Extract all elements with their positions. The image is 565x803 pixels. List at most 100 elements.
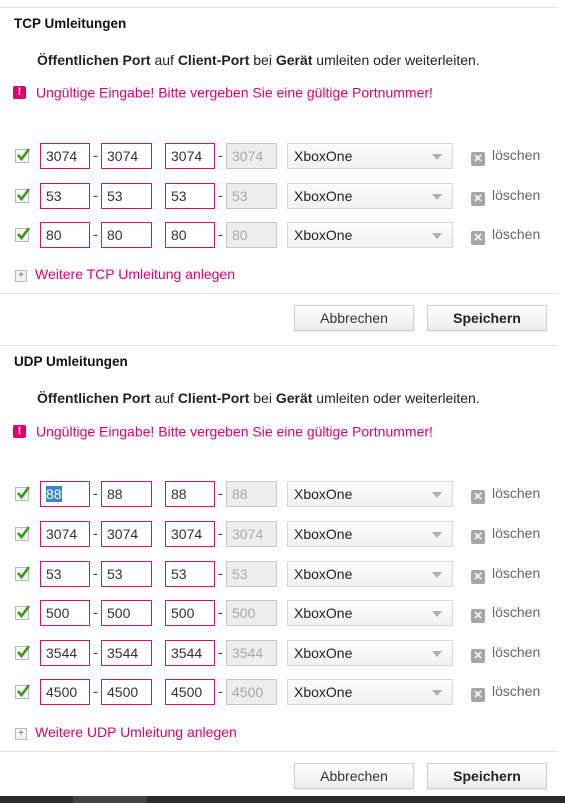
enable-checkbox[interactable] bbox=[15, 684, 30, 699]
close-icon: ✕ bbox=[471, 649, 485, 663]
enable-checkbox[interactable] bbox=[15, 486, 30, 501]
tcp-forward-row: 80-80 80-80 XboxOne ✕ löschen bbox=[0, 222, 565, 252]
range-dash: - bbox=[93, 565, 98, 581]
range-dash: - bbox=[93, 226, 98, 242]
public-port-end-input[interactable]: 500 bbox=[101, 600, 152, 626]
chevron-down-icon bbox=[432, 194, 442, 200]
delete-button[interactable]: ✕ löschen bbox=[471, 525, 540, 544]
udp-add-link[interactable]: + Weitere UDP Umleitung anlegen bbox=[15, 724, 237, 740]
udp-section-title: UDP Umleitungen bbox=[14, 354, 128, 369]
public-port-end-input[interactable]: 4500 bbox=[101, 679, 152, 705]
device-select[interactable]: XboxOne bbox=[287, 600, 453, 626]
chevron-down-icon bbox=[432, 572, 442, 578]
delete-button[interactable]: ✕ löschen bbox=[471, 187, 540, 206]
public-port-start-input[interactable]: 3074 bbox=[40, 143, 90, 169]
range-dash: - bbox=[93, 187, 98, 203]
device-select[interactable]: XboxOne bbox=[287, 222, 453, 248]
device-select[interactable]: XboxOne bbox=[287, 143, 453, 169]
enable-checkbox[interactable] bbox=[15, 148, 30, 163]
taskbar-tab bbox=[73, 796, 147, 803]
client-port-start-input[interactable]: 3074 bbox=[165, 143, 215, 169]
public-port-start-input[interactable]: 53 bbox=[40, 561, 90, 587]
tcp-cancel-button[interactable]: Abbrechen bbox=[294, 305, 414, 331]
udp-forward-row: 88-88 88-88 XboxOne ✕ löschen bbox=[0, 481, 565, 511]
udp-error-message: ! Ungültige Eingabe! Bitte vergeben Sie e… bbox=[13, 422, 433, 439]
public-port-start-input[interactable]: 4500 bbox=[40, 679, 90, 705]
public-port-end-input[interactable]: 80 bbox=[101, 222, 152, 248]
client-port-start-input[interactable]: 3544 bbox=[165, 640, 215, 666]
range-dash: - bbox=[93, 604, 98, 620]
client-port-end-input: 3074 bbox=[226, 143, 277, 169]
range-dash: - bbox=[93, 147, 98, 163]
chevron-down-icon bbox=[432, 532, 442, 538]
client-port-start-input[interactable]: 3074 bbox=[165, 521, 215, 547]
public-port-end-input[interactable]: 53 bbox=[101, 561, 152, 587]
delete-button[interactable]: ✕ löschen bbox=[471, 147, 540, 166]
range-dash: - bbox=[218, 644, 223, 660]
close-icon: ✕ bbox=[471, 609, 485, 623]
device-select[interactable]: XboxOne bbox=[287, 640, 453, 666]
enable-checkbox[interactable] bbox=[15, 566, 30, 581]
range-dash: - bbox=[218, 147, 223, 163]
public-port-start-input[interactable]: 3074 bbox=[40, 521, 90, 547]
public-port-start-input[interactable]: 3544 bbox=[40, 640, 90, 666]
public-port-end-input[interactable]: 53 bbox=[101, 183, 152, 209]
tcp-error-message: ! Ungültige Eingabe! Bitte vergeben Sie e… bbox=[13, 83, 433, 100]
public-port-start-input[interactable]: 53 bbox=[40, 183, 90, 209]
delete-button[interactable]: ✕ löschen bbox=[471, 485, 540, 504]
client-port-end-input: 53 bbox=[226, 183, 277, 209]
device-select[interactable]: XboxOne bbox=[287, 679, 453, 705]
range-dash: - bbox=[93, 525, 98, 541]
delete-button[interactable]: ✕ löschen bbox=[471, 565, 540, 584]
tcp-description: Öffentlichen Port auf Client-Port bei Ge… bbox=[37, 52, 480, 68]
enable-checkbox[interactable] bbox=[15, 526, 30, 541]
client-port-start-input[interactable]: 500 bbox=[165, 600, 215, 626]
client-port-start-input[interactable]: 80 bbox=[165, 222, 215, 248]
chevron-down-icon bbox=[432, 611, 442, 617]
udp-forward-row: 4500-4500 4500-4500 XboxOne ✕ löschen bbox=[0, 679, 565, 709]
public-port-start-input[interactable]: 80 bbox=[40, 222, 90, 248]
delete-button[interactable]: ✕ löschen bbox=[471, 683, 540, 702]
public-port-end-input[interactable]: 88 bbox=[101, 481, 152, 507]
client-port-end-input: 80 bbox=[226, 222, 277, 248]
close-icon: ✕ bbox=[471, 688, 485, 702]
public-port-start-input[interactable]: 500 bbox=[40, 600, 90, 626]
plus-icon: + bbox=[15, 270, 27, 282]
client-port-start-input[interactable]: 88 bbox=[165, 481, 215, 507]
close-icon: ✕ bbox=[471, 192, 485, 206]
udp-save-button[interactable]: Speichern bbox=[427, 763, 547, 789]
udp-description: Öffentlichen Port auf Client-Port bei Ge… bbox=[37, 390, 480, 406]
range-dash: - bbox=[218, 565, 223, 581]
udp-cancel-button[interactable]: Abbrechen bbox=[294, 763, 414, 789]
tcp-add-link[interactable]: + Weitere TCP Umleitung anlegen bbox=[15, 266, 235, 282]
range-dash: - bbox=[218, 525, 223, 541]
public-port-end-input[interactable]: 3544 bbox=[101, 640, 152, 666]
enable-checkbox[interactable] bbox=[15, 188, 30, 203]
checkmark-icon bbox=[17, 188, 30, 202]
public-port-start-input[interactable]: 88 bbox=[40, 481, 90, 507]
close-icon: ✕ bbox=[471, 490, 485, 504]
delete-button[interactable]: ✕ löschen bbox=[471, 604, 540, 623]
tcp-save-button[interactable]: Speichern bbox=[427, 305, 547, 331]
tcp-footer-divider bbox=[0, 293, 558, 294]
udp-forward-row: 500-500 500-500 XboxOne ✕ löschen bbox=[0, 600, 565, 630]
device-select[interactable]: XboxOne bbox=[287, 481, 453, 507]
device-select[interactable]: XboxOne bbox=[287, 561, 453, 587]
enable-checkbox[interactable] bbox=[15, 645, 30, 660]
tcp-forward-row: 3074-3074 3074-3074 XboxOne ✕ löschen bbox=[0, 143, 565, 173]
delete-button[interactable]: ✕ löschen bbox=[471, 644, 540, 663]
client-port-start-input[interactable]: 53 bbox=[165, 183, 215, 209]
chevron-down-icon bbox=[432, 690, 442, 696]
client-port-start-input[interactable]: 53 bbox=[165, 561, 215, 587]
delete-button[interactable]: ✕ löschen bbox=[471, 226, 540, 245]
device-select[interactable]: XboxOne bbox=[287, 183, 453, 209]
enable-checkbox[interactable] bbox=[15, 605, 30, 620]
udp-footer-divider bbox=[0, 751, 558, 752]
public-port-end-input[interactable]: 3074 bbox=[101, 521, 152, 547]
udp-forward-row: 3544-3544 3544-3544 XboxOne ✕ löschen bbox=[0, 640, 565, 670]
public-port-end-input[interactable]: 3074 bbox=[101, 143, 152, 169]
range-dash: - bbox=[218, 485, 223, 501]
device-select[interactable]: XboxOne bbox=[287, 521, 453, 547]
client-port-start-input[interactable]: 4500 bbox=[165, 679, 215, 705]
enable-checkbox[interactable] bbox=[15, 227, 30, 242]
